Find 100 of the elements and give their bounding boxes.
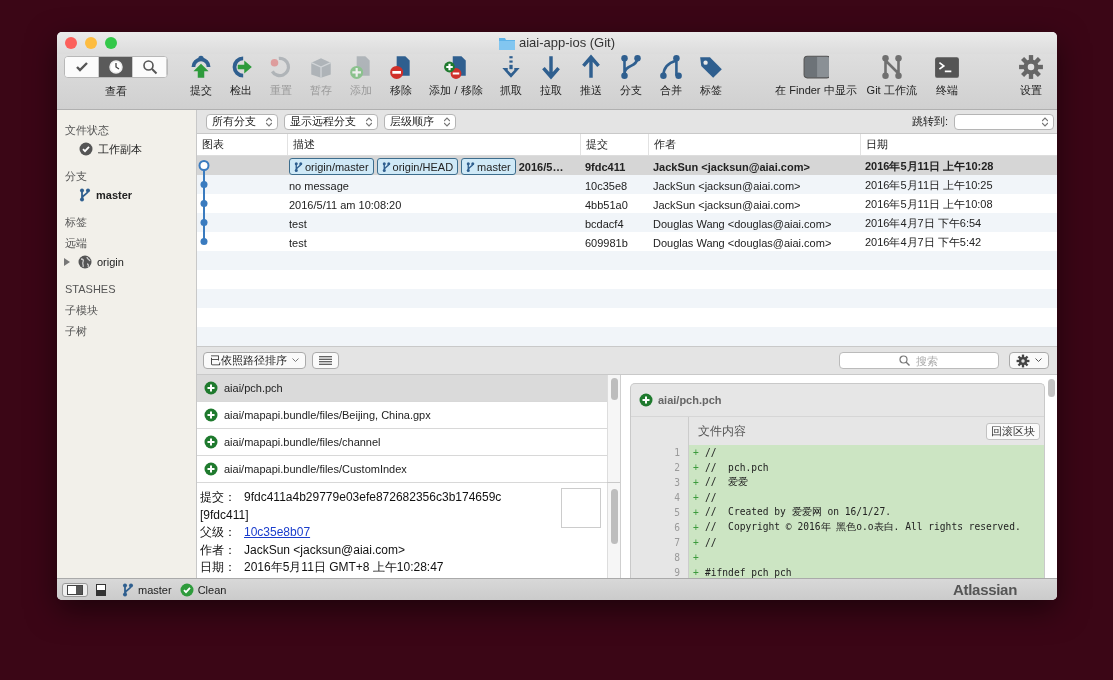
column-header[interactable]: 图表 — [197, 134, 287, 155]
view-segment[interactable] — [65, 57, 99, 77]
date-cell-text: 2016年5月11日 上午10:25 — [864, 178, 994, 193]
date-cell-text: 2016年4月7日 下午6:54 — [864, 216, 983, 231]
panel-icon — [96, 583, 106, 596]
view-segment[interactable] — [133, 57, 167, 77]
commit-message: test — [289, 236, 307, 249]
parent-commit-link[interactable]: 10c35e8b07 — [244, 525, 311, 539]
section-header: 子树 — [64, 324, 88, 339]
file-name: aiai/pch.pch — [658, 394, 722, 406]
detail-line: 作者： JackSun <jacksun@aiai.com> — [200, 541, 406, 559]
commit-row[interactable]: test bcdacf4 Douglas Wang <douglas@aiai.com> 2016年4月7日 下午6:54 — [197, 213, 1057, 232]
toolbar-button[interactable]: 在 Finder 中显示 — [775, 54, 857, 98]
date-cell-text: 2016年5月11日 上午10:28 — [864, 159, 995, 174]
document-plus-minus-icon — [443, 54, 469, 80]
author-cell-text: Douglas Wang <douglas@aiai.com> — [652, 236, 833, 249]
section-header: 文件状态 — [64, 123, 110, 138]
sidebar-item[interactable]: 工作副本 — [57, 139, 148, 159]
scrollbar-thumb — [1047, 379, 1055, 397]
window-icon — [802, 54, 829, 80]
discard-hunk-button[interactable]: 回滚区块 — [986, 422, 1040, 440]
dropdown[interactable]: 层级顺序 — [384, 113, 456, 130]
search-icon — [141, 59, 158, 75]
toolbar-button[interactable]: 合并 — [651, 54, 691, 98]
section-header: STASHES — [64, 282, 117, 297]
disclosure-triangle-icon[interactable] — [63, 258, 71, 266]
toolbar-button[interactable]: 标签 — [691, 54, 731, 98]
branch-icon — [122, 582, 134, 597]
author-cell-text: Douglas Wang <douglas@aiai.com> — [652, 217, 833, 230]
commit-hash: 9fdc411 — [584, 160, 627, 173]
toolbar-button[interactable]: 抓取 — [491, 54, 531, 98]
gear-icon — [1018, 54, 1044, 80]
column-header[interactable]: 提交 — [580, 134, 648, 155]
commit-hash: bcdacf4 — [584, 217, 625, 230]
clock-icon — [107, 59, 124, 75]
author-cell-text: JackSun <jacksun@aiai.com> — [652, 198, 802, 211]
hunk-title: 文件内容 — [698, 422, 746, 440]
section-header: 分支 — [64, 169, 88, 184]
check-circle-icon — [79, 142, 93, 156]
commit-message: no message — [289, 179, 349, 192]
author-cell-text: JackSun <jacksun@aiai.com> — [652, 179, 802, 192]
commit-message: test — [289, 217, 307, 230]
toolbar-button[interactable]: 终端 — [926, 54, 967, 98]
up-down-caret-icon — [366, 116, 372, 127]
chevron-down-icon — [292, 358, 299, 363]
avatar-frame — [561, 488, 601, 528]
branch-icon — [381, 160, 391, 173]
detail-line: 提交： 9fdc411a4b29779e03efe872682356c3b174659c [9fdc411] — [200, 489, 503, 524]
column-header[interactable]: 作者 — [648, 134, 860, 155]
sidebar-toggle-button[interactable] — [62, 582, 88, 597]
gear-icon — [1016, 353, 1030, 368]
commit-row[interactable]: 2016/5/11 am 10:08:20 4bb51a0 JackSun <jacksun@aiai.com> 2016年5月11日 上午10:08 — [197, 194, 1057, 213]
sort-dropdown[interactable]: 已依照路径排序 — [203, 352, 306, 369]
list-view-button[interactable] — [312, 352, 339, 369]
toolbar-button[interactable]: 移除 — [381, 54, 421, 98]
repo-status: Clean — [197, 583, 227, 596]
settings-dropdown[interactable] — [1009, 352, 1049, 369]
toolbar-button[interactable]: Git 工作流 — [866, 54, 917, 98]
toolbar-button[interactable]: 设置 — [1011, 54, 1051, 98]
branch-tag[interactable]: origin/master — [289, 158, 374, 175]
tag-icon — [698, 54, 724, 80]
commit-row[interactable]: test 609981b Douglas Wang <douglas@aiai.com> 2016年4月7日 下午5:42 — [197, 232, 1057, 251]
window-title: aiai-app-ios (Git) — [518, 35, 616, 50]
sidebar-item[interactable]: origin — [57, 252, 130, 272]
section-header: 标签 — [64, 215, 88, 230]
current-branch: master — [138, 583, 172, 596]
commit-hash: 10c35e8 — [584, 179, 629, 192]
commit-row[interactable]: no message 10c35e8 JackSun <jacksun@aiai.com> 2016年5月11日 上午10:25 — [197, 175, 1057, 194]
commit-message: 2016/5… — [518, 160, 564, 173]
commit-hash: 609981b — [584, 236, 629, 249]
search-field[interactable]: 搜索 — [839, 352, 999, 369]
folder-icon — [498, 35, 515, 50]
merge-icon — [658, 54, 684, 80]
dropdown[interactable]: 所有分支 — [206, 113, 278, 130]
branch-icon — [294, 160, 303, 173]
commit-row[interactable]: origin/master origin/HEAD master 2016/5… 9fdc411 JackSun <jacksun@aiai.com> 2016年5月11日 上午10:28 — [197, 156, 1057, 175]
sidebar-item[interactable]: master — [57, 185, 139, 205]
scrollbar-thumb — [610, 489, 618, 544]
toolbar-button[interactable]: 推送 — [571, 54, 611, 98]
column-header[interactable]: 描述 — [287, 134, 580, 155]
panel-toggle-button[interactable] — [96, 583, 106, 596]
view-segment[interactable] — [99, 57, 133, 77]
date-cell-text: 2016年5月11日 上午10:08 — [864, 197, 994, 212]
chevron-down-icon — [1035, 358, 1042, 363]
toolbar-button[interactable]: 分支 — [611, 54, 651, 98]
toolbar-button[interactable]: 添加 / 移除 — [421, 54, 491, 98]
toolbar-button[interactable]: 拉取 — [531, 54, 571, 98]
branch-tag[interactable]: master — [461, 158, 516, 175]
toolbar-button[interactable]: 提交 — [181, 54, 221, 98]
search-icon — [899, 355, 910, 366]
dropdown[interactable]: 显示远程分支 — [284, 113, 378, 130]
commit-message: 2016/5/11 am 10:08:20 — [289, 198, 402, 211]
toolbar-button[interactable]: 检出 — [221, 54, 261, 98]
terminal-icon — [933, 54, 960, 80]
up-down-caret-icon — [444, 116, 450, 127]
brand-logo: Atlassian — [953, 581, 1017, 598]
column-header[interactable]: 日期 — [860, 134, 1057, 155]
scrollbar-thumb — [610, 378, 618, 400]
file-row[interactable]: aiai/pch.pch — [197, 375, 607, 402]
branch-tag[interactable]: origin/HEAD — [376, 158, 459, 175]
